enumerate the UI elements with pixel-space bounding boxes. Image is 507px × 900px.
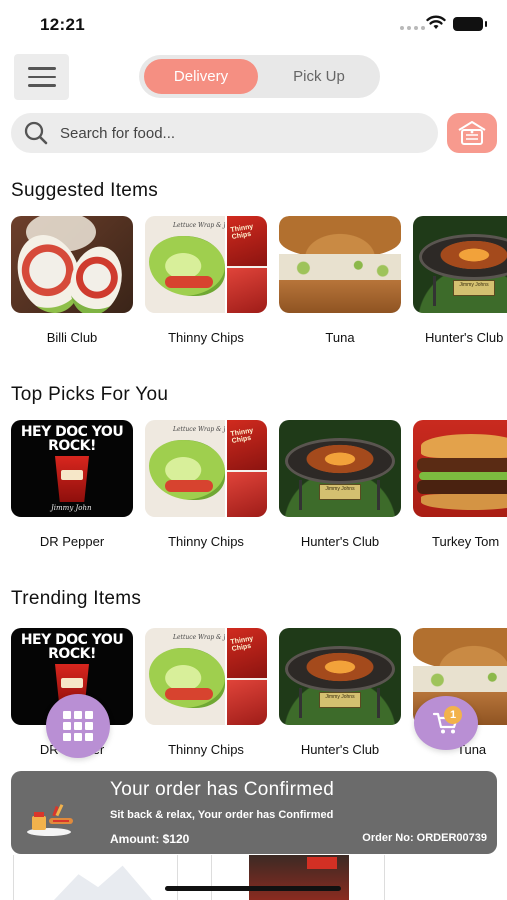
delivery-option[interactable]: Delivery <box>144 59 258 94</box>
image-placeholder <box>54 865 152 900</box>
food-image-burger <box>413 420 507 517</box>
food-card[interactable]: Lettuce Wrap & Jimmy John's Thinny Chips… <box>145 420 267 549</box>
top-picks-row[interactable]: HEY DOC YOU ROCK! Jimmy John DR Pepper Le… <box>11 420 507 555</box>
home-indicator <box>165 886 341 891</box>
banner-subtitle: Sit back & relax, Your order has Confirm… <box>110 809 334 821</box>
food-card[interactable]: Jimmy Johns Hunter's Club <box>279 628 401 757</box>
food-card-label: DR Pepper <box>39 534 105 549</box>
food-card-label: Hunter's Club <box>300 534 380 549</box>
pickup-option[interactable]: Pick Up <box>263 59 375 94</box>
wifi-icon <box>426 15 446 29</box>
section-title-top-picks: Top Picks For You <box>11 384 169 405</box>
food-image-tuna-sandwich <box>279 216 401 313</box>
food-card[interactable]: Lettuce Wrap & Jimmy John's Thinny Chips… <box>145 216 267 345</box>
search-input[interactable] <box>60 124 400 142</box>
suggested-items-row[interactable]: Billi Club Lettuce Wrap & Jimmy John's T… <box>11 216 507 351</box>
section-title-suggested: Suggested Items <box>11 180 159 201</box>
grid-icon <box>63 711 71 719</box>
food-image-dr-pepper: HEY DOC YOU ROCK!Jimmy John <box>11 420 133 517</box>
food-image-wrap-sandwich <box>11 216 133 313</box>
section-title-trending: Trending Items <box>11 588 142 609</box>
menu-button[interactable] <box>14 54 69 100</box>
categories-fab-button[interactable] <box>46 694 110 758</box>
promo-image <box>249 855 349 900</box>
food-order-icon <box>27 804 73 836</box>
food-card-label: Thinny Chips <box>168 330 244 345</box>
food-image-fire-pit: Jimmy Johns <box>279 420 401 517</box>
cart-badge: 1 <box>444 706 462 724</box>
menu-icon <box>27 67 56 70</box>
food-image-lettuce-wrap: Lettuce Wrap & Jimmy John's Thinny Chips <box>145 216 267 313</box>
food-card-label: Billi Club <box>46 330 98 345</box>
bottom-content-peek <box>13 855 385 900</box>
search-bar[interactable] <box>11 113 438 153</box>
search-icon <box>24 121 48 145</box>
delivery-mode-toggle[interactable]: Delivery Pick Up <box>139 55 380 98</box>
food-card-label: Thinny Chips <box>168 742 244 757</box>
order-amount: Amount: $120 <box>110 832 190 846</box>
food-card[interactable]: HEY DOC YOU ROCK!Jimmy John DR Pepper <box>11 420 133 549</box>
food-card-label: Thinny Chips <box>168 534 244 549</box>
status-bar: 12:21 <box>0 0 507 46</box>
food-image-lettuce-wrap: Lettuce Wrap & Jimmy John's Thinny Chips <box>145 628 267 725</box>
food-card[interactable]: Billi Club <box>11 216 133 345</box>
order-confirmed-banner[interactable]: Your order has Confirmed Sit back & rela… <box>11 771 497 854</box>
food-card[interactable]: Lettuce Wrap & Jimmy John's Thinny Chips… <box>145 628 267 757</box>
banner-title: Your order has Confirmed <box>110 779 335 800</box>
status-time: 12:21 <box>40 15 85 34</box>
food-card[interactable]: Jimmy Johns Hunter's Club <box>279 420 401 549</box>
order-number: Order No: ORDER00739 <box>362 832 487 844</box>
food-card[interactable]: Jimmy Johns Hunter's Club <box>413 216 507 345</box>
food-image-fire-pit: Jimmy Johns <box>413 216 507 313</box>
food-card[interactable]: Turkey Tom <box>413 420 507 549</box>
store-icon <box>458 121 486 145</box>
signal-icon <box>400 26 425 30</box>
food-card-label: Hunter's Club <box>300 742 380 757</box>
food-card-label: Turkey Tom <box>432 534 500 549</box>
store-button[interactable] <box>447 113 497 153</box>
cart-fab-button[interactable] <box>414 696 478 750</box>
food-card[interactable]: Tuna <box>279 216 401 345</box>
battery-icon <box>453 17 487 31</box>
food-card-label: Tuna <box>325 330 355 345</box>
food-image-fire-pit: Jimmy Johns <box>279 628 401 725</box>
food-card-label: Hunter's Club <box>425 330 504 345</box>
food-image-lettuce-wrap: Lettuce Wrap & Jimmy John's Thinny Chips <box>145 420 267 517</box>
